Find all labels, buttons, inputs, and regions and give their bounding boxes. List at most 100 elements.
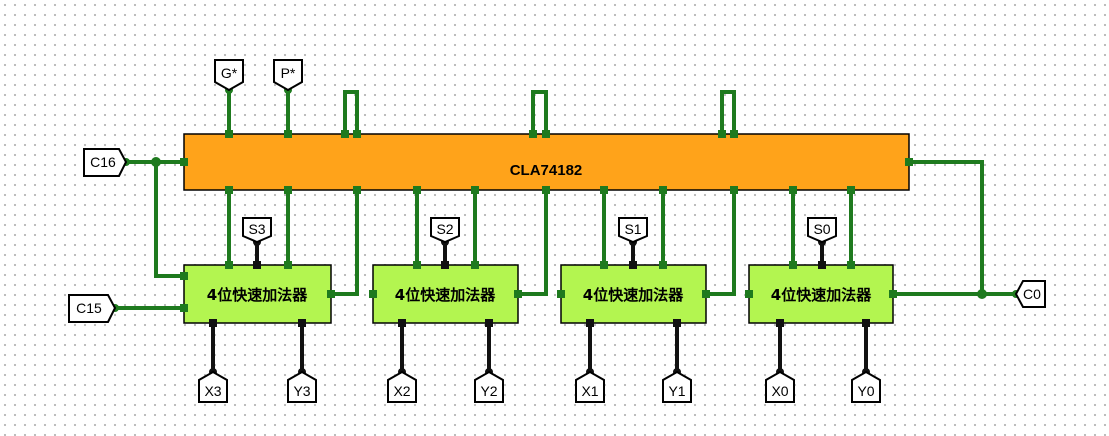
pin-marker	[284, 186, 292, 194]
pin-c15[interactable]: C15	[68, 294, 117, 323]
pin-label: Y1	[668, 383, 685, 399]
pin-label: X0	[771, 383, 788, 399]
pin-label: X2	[393, 383, 410, 399]
pin-marker	[253, 261, 261, 269]
pin-marker	[745, 290, 753, 298]
pin-x3[interactable]: X3	[198, 370, 228, 403]
pin-marker	[789, 186, 797, 194]
pin-marker	[718, 130, 726, 138]
pin-x1[interactable]: X1	[575, 370, 605, 403]
pin-marker	[629, 261, 637, 269]
pin-label: S2	[436, 221, 453, 237]
wire-loop-2	[531, 90, 548, 136]
wire-c0-cla	[907, 160, 984, 296]
pin-s0[interactable]: S0	[807, 217, 837, 244]
adder-2[interactable]: 4位快速加法器	[372, 264, 519, 324]
pin-label: G*	[221, 65, 238, 81]
pin-marker	[905, 158, 913, 166]
pin-marker	[818, 261, 826, 269]
pin-marker	[789, 261, 797, 269]
pin-label: P*	[281, 65, 296, 81]
pin-marker	[485, 319, 493, 327]
pin-marker	[298, 319, 306, 327]
pin-marker	[225, 130, 233, 138]
pin-marker	[730, 130, 738, 138]
circuit-canvas[interactable]: CLA74182 4位快速加法器 4位快速加法器 4位快速加法器 4位快速加法器	[0, 0, 1109, 436]
pin-y1[interactable]: Y1	[662, 370, 692, 403]
pin-marker	[413, 186, 421, 194]
adder-label: 4位快速加法器	[395, 286, 496, 304]
pin-marker	[353, 130, 361, 138]
pin-marker	[659, 261, 667, 269]
pin-marker	[847, 261, 855, 269]
pin-label: C16	[90, 154, 116, 170]
pin-marker	[225, 186, 233, 194]
pin-marker	[353, 186, 361, 194]
pin-label: S0	[813, 221, 830, 237]
pin-marker	[673, 319, 681, 327]
cla74182-label: CLA74182	[510, 162, 583, 179]
pin-y0[interactable]: Y0	[851, 370, 881, 403]
pin-label: S1	[624, 221, 641, 237]
pin-x2[interactable]: X2	[387, 370, 417, 403]
pin-marker	[776, 319, 784, 327]
adder-0[interactable]: 4位快速加法器	[748, 264, 894, 324]
pin-marker	[889, 290, 897, 298]
pin-y2[interactable]: Y2	[474, 370, 504, 403]
adder-label: 4位快速加法器	[771, 286, 872, 304]
pin-marker	[398, 319, 406, 327]
pin-marker	[542, 186, 550, 194]
pin-marker	[180, 304, 188, 312]
pin-marker	[284, 261, 292, 269]
pin-label: X1	[581, 383, 598, 399]
pin-marker	[284, 130, 292, 138]
pin-label: C15	[76, 300, 102, 316]
circuit-diagram: CLA74182 4位快速加法器 4位快速加法器 4位快速加法器 4位快速加法器	[68, 59, 1046, 403]
pin-c0[interactable]: C0	[1014, 280, 1046, 308]
adder-label: 4位快速加法器	[207, 286, 308, 304]
pin-marker	[180, 158, 188, 166]
pin-label: Y3	[293, 383, 310, 399]
junction-dot	[151, 157, 161, 167]
pin-marker	[586, 319, 594, 327]
pin-marker	[441, 261, 449, 269]
wire-a3-carry	[329, 188, 359, 296]
pin-s2[interactable]: S2	[430, 217, 460, 244]
pin-y3[interactable]: Y3	[287, 370, 317, 403]
pin-marker	[730, 186, 738, 194]
pin-marker	[327, 290, 335, 298]
pin-marker	[225, 261, 233, 269]
pin-marker	[209, 319, 217, 327]
pin-marker	[600, 186, 608, 194]
cla74182-chip[interactable]: CLA74182	[183, 133, 910, 191]
pin-marker	[341, 130, 349, 138]
pin-s1[interactable]: S1	[618, 217, 648, 244]
pin-marker	[514, 290, 522, 298]
pin-g-star[interactable]: G*	[214, 59, 244, 92]
pin-marker	[847, 186, 855, 194]
pin-marker	[557, 290, 565, 298]
wire-a1-carry	[704, 188, 736, 296]
pin-s3[interactable]: S3	[242, 217, 272, 244]
pin-label: Y2	[480, 383, 497, 399]
wire-loop-3	[720, 90, 736, 136]
pin-marker	[600, 261, 608, 269]
pin-marker	[471, 261, 479, 269]
pin-marker	[659, 186, 667, 194]
adder-1[interactable]: 4位快速加法器	[560, 264, 707, 324]
pin-label: C0	[1023, 286, 1041, 302]
pin-x0[interactable]: X0	[765, 370, 795, 403]
pin-marker	[369, 290, 377, 298]
pin-c16[interactable]: C16	[83, 148, 128, 177]
junction-dot	[977, 289, 987, 299]
pin-marker	[542, 130, 550, 138]
wire-loop-1	[343, 90, 359, 136]
pin-marker	[413, 261, 421, 269]
adder-3[interactable]: 4位快速加法器	[183, 264, 332, 324]
wire-a2-carry	[516, 188, 548, 296]
adder-label: 4位快速加法器	[583, 286, 684, 304]
pin-marker	[529, 130, 537, 138]
pin-marker	[702, 290, 710, 298]
pin-p-star[interactable]: P*	[273, 59, 303, 92]
wire-c16-to-adder	[154, 160, 186, 278]
